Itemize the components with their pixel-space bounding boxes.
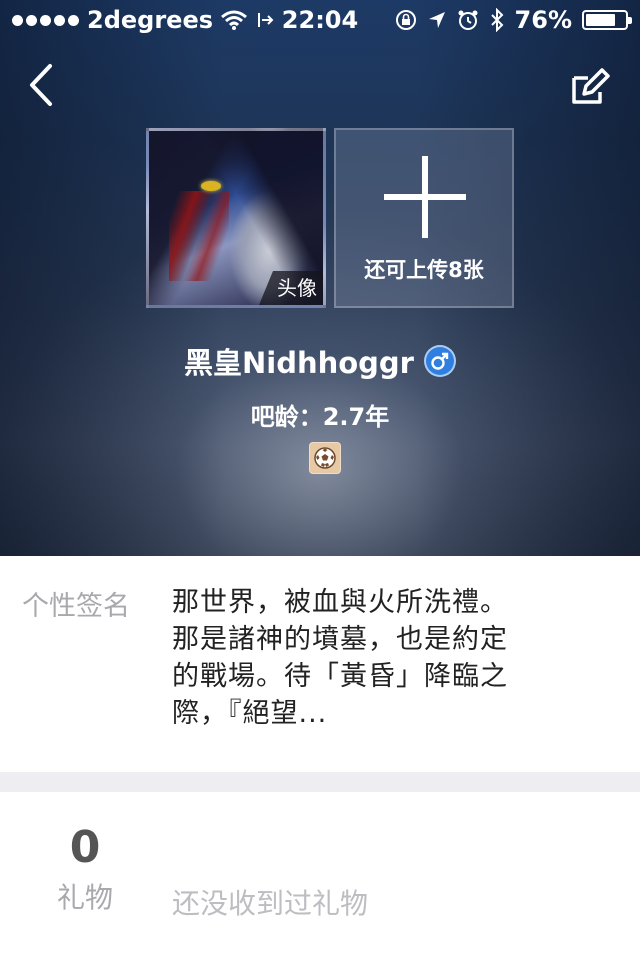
forum-age: 吧龄：2.7年 [250, 403, 390, 431]
plus-icon [384, 156, 466, 238]
signature-text: 那世界，被血與火所洗禮。那是諸神的墳墓，也是約定的戰場。待「黃昏」降臨之際，『絕… [172, 587, 508, 729]
chevron-left-icon[interactable] [22, 60, 66, 110]
upload-photo-button[interactable]: 还可上传8张 [334, 128, 514, 308]
status-bar: 2degrees 22:04 76% [0, 0, 640, 40]
location-icon [428, 12, 445, 28]
user-name: 黑皇Nidhhoggr [183, 346, 414, 380]
gift-count: 0 [69, 822, 101, 873]
avatar-image-detail [169, 191, 229, 281]
soccer-ball-icon [309, 442, 341, 474]
gift-empty-message: 还没收到过礼物 [172, 887, 369, 920]
avatar[interactable]: 头像 [146, 128, 326, 308]
section-divider [0, 772, 640, 792]
male-symbol-icon [431, 352, 449, 370]
male-gender-icon [424, 345, 456, 377]
avatar-image-eye [201, 181, 221, 191]
alarm-icon [458, 10, 478, 30]
battery-icon [582, 10, 632, 30]
signature-section[interactable]: 个性签名 那世界，被血與火所洗禮。那是諸神的墳墓，也是約定的戰場。待「黃昏」降臨… [0, 556, 640, 772]
signature-label: 个性签名 [22, 591, 130, 622]
profile-header: 2degrees 22:04 76% 头像 还可上传8张 黑皇Nidhhoggr… [0, 0, 640, 556]
gift-section[interactable]: 0 礼物 还没收到过礼物 [0, 792, 640, 960]
battery-fill [586, 14, 615, 26]
battery-percent: 76% [514, 6, 572, 34]
soccer-ball-glyph [314, 447, 336, 469]
user-name-row: 黑皇Nidhhoggr [0, 340, 640, 382]
gift-label: 礼物 [56, 881, 113, 914]
rotation-lock-icon [395, 10, 416, 30]
edit-icon[interactable] [566, 62, 614, 110]
upload-photo-label: 还可上传8张 [364, 258, 484, 282]
bluetooth-icon [490, 8, 503, 32]
status-right: 76% [395, 6, 632, 34]
